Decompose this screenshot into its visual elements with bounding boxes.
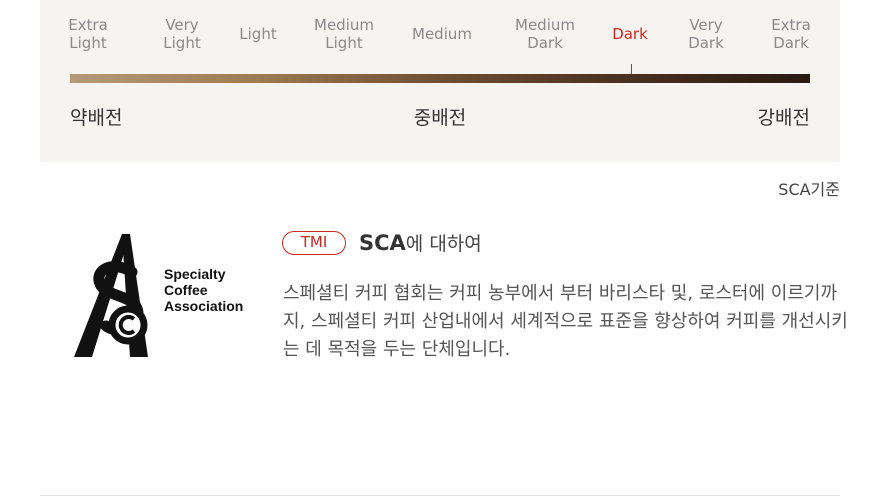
about-description: 스페셜티 커피 협회는 커피 농부에서 부터 바리스타 및, 로스터에 이르기까… — [283, 283, 848, 360]
logo-text-line-2: Coffee — [164, 282, 208, 298]
light-roast-label: 약배전 — [70, 107, 123, 129]
medium-roast-text: 중배전 — [413, 107, 467, 129]
dark-roast-label: 강배전 — [757, 107, 810, 129]
logo-text-line-1: Specialty — [164, 266, 226, 282]
selected-level-marker — [631, 64, 632, 74]
sca-standard-note: SCA기준 — [778, 180, 840, 199]
about-title: SCA에 대하여 — [359, 229, 482, 258]
roast-level-panel: Extra Light Very Light Light Medium Ligh… — [40, 0, 840, 162]
sca-logo-icon: Specialty Coffee Association — [74, 234, 243, 357]
logo-text-line-3: Association — [164, 298, 243, 314]
roast-gradient-bar — [70, 74, 810, 83]
roast-level-labels: Extra Light Very Light Light Medium Ligh… — [40, 16, 840, 58]
roast-level-medium-dark: Medium Dark — [515, 16, 575, 52]
roast-level-medium: Medium — [412, 25, 472, 43]
roast-level-extra-dark: Extra Dark — [771, 16, 811, 52]
about-title-rest: 에 대하여 — [405, 233, 482, 255]
roast-level-light: Light — [239, 25, 277, 43]
tmi-badge: TMI — [282, 231, 346, 255]
divider — [40, 495, 840, 496]
roast-level-extra-light: Extra Light — [68, 16, 108, 52]
roast-level-medium-light: Medium Light — [314, 16, 374, 52]
roast-level-very-dark: Very Dark — [688, 16, 724, 52]
about-title-strong: SCA — [359, 231, 406, 255]
